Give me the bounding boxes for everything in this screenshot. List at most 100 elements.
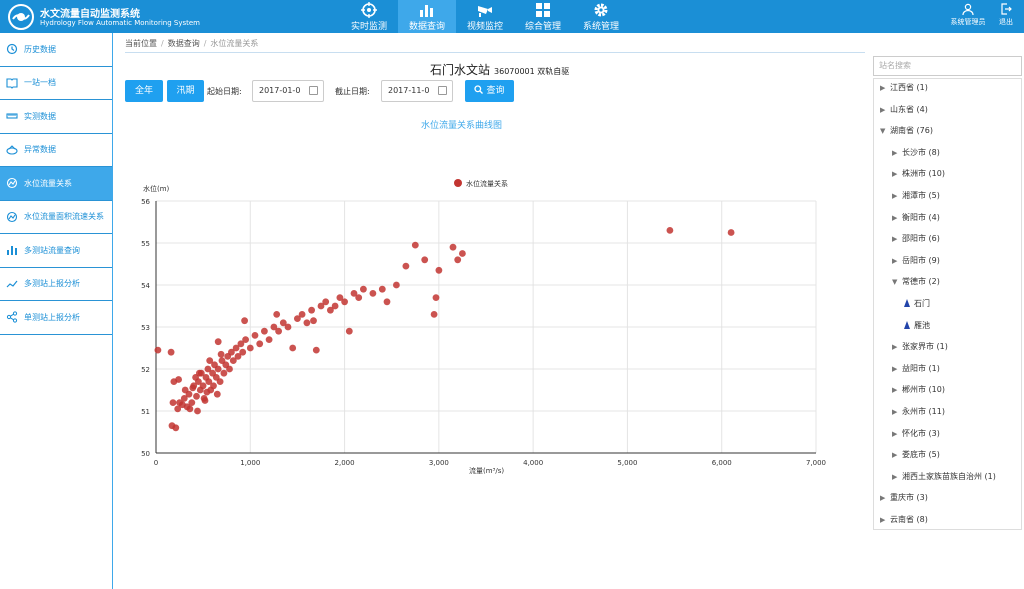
sidebar-item-label: 多测站流量查询 bbox=[24, 245, 80, 255]
data-point bbox=[421, 256, 429, 264]
logout-button[interactable]: 退出 bbox=[994, 0, 1018, 33]
sidebar-item-single-report[interactable]: 单测站上报分析 bbox=[0, 301, 112, 335]
tree-node[interactable]: ▶ 岳阳市 (9) bbox=[892, 255, 940, 266]
camera-icon bbox=[478, 6, 492, 17]
tree-node[interactable]: ▶ 张家界市 (1) bbox=[892, 341, 948, 352]
data-point bbox=[210, 382, 217, 390]
data-point bbox=[402, 262, 410, 270]
caret-right-icon[interactable]: ▶ bbox=[892, 257, 902, 265]
tree-node[interactable]: ▶ 云南省 (8) bbox=[880, 514, 928, 525]
caret-right-icon[interactable]: ▶ bbox=[892, 386, 902, 394]
tree-node[interactable]: ▶ 邵阳市 (6) bbox=[892, 233, 940, 244]
tree-node[interactable]: ▶ 株洲市 (10) bbox=[892, 168, 945, 179]
end-date-value: 2017-11-0 bbox=[388, 86, 430, 95]
tree-node[interactable]: ▶ 永州市 (11) bbox=[892, 406, 945, 417]
sidebar-item-level-flow[interactable]: 水位流量关系 bbox=[0, 167, 112, 201]
sidebar-item-multi-flow[interactable]: 多测站流量查询 bbox=[0, 234, 112, 268]
gear-icon bbox=[594, 3, 608, 17]
caret-right-icon[interactable]: ▶ bbox=[892, 235, 902, 243]
tree-node[interactable]: ▶ 湘西土家族苗族自治州 (1) bbox=[892, 471, 996, 482]
tree-station-item[interactable]: 石门 bbox=[904, 298, 930, 309]
tree-node-label: 张家界市 (1) bbox=[902, 342, 948, 352]
data-point bbox=[378, 285, 386, 293]
query-button[interactable]: 查询 bbox=[465, 80, 514, 102]
breadcrumb-parent[interactable]: 数据查询 bbox=[168, 39, 200, 48]
tree-node[interactable]: ▶ 郴州市 (10) bbox=[892, 384, 945, 395]
grid-icon bbox=[536, 3, 550, 17]
flood-season-button[interactable]: 汛期 bbox=[167, 80, 204, 102]
caret-right-icon[interactable]: ▶ bbox=[892, 149, 902, 157]
user-menu[interactable]: 系统管理员 bbox=[945, 0, 991, 33]
caret-right-icon[interactable]: ▶ bbox=[892, 170, 902, 178]
caret-right-icon[interactable]: ▶ bbox=[892, 192, 902, 200]
tree-node-label: 雁池 bbox=[914, 320, 930, 330]
tree-node[interactable]: ▶ 衡阳市 (4) bbox=[892, 212, 940, 223]
data-point bbox=[174, 405, 182, 413]
data-point bbox=[172, 424, 180, 432]
tree-station-item[interactable]: 雁池 bbox=[904, 320, 930, 331]
main-nav: 实时监测 数据查询 视频监控 综合管理 系统管理 bbox=[340, 0, 630, 33]
tree-node[interactable]: ▶ 江西省 (1) bbox=[880, 82, 928, 93]
nav-label: 系统管理 bbox=[582, 22, 619, 32]
y-tick-label: 51 bbox=[141, 408, 150, 416]
sidebar: 历史数据 一站一档 实测数据 异常数据 水位流量关系 水位流量面积流速关系 多测… bbox=[0, 33, 113, 589]
tree-node[interactable]: ▶ 重庆市 (3) bbox=[880, 492, 928, 503]
x-tick-label: 3,000 bbox=[429, 459, 449, 467]
tree-node-label: 邵阳市 (6) bbox=[902, 234, 940, 244]
tree-node-label: 岳阳市 (9) bbox=[902, 255, 940, 265]
tree-node[interactable]: ▶ 娄底市 (5) bbox=[892, 449, 940, 460]
caret-right-icon[interactable]: ▶ bbox=[892, 365, 902, 373]
sidebar-item-level-flow-area[interactable]: 水位流量面积流速关系 bbox=[0, 201, 112, 234]
sidebar-item-history[interactable]: 历史数据 bbox=[0, 33, 112, 67]
caret-right-icon[interactable]: ▶ bbox=[892, 343, 902, 351]
tree-node[interactable]: ▶ 湘潭市 (5) bbox=[892, 190, 940, 201]
end-date-input[interactable]: 2017-11-0 bbox=[381, 80, 453, 102]
station-title: 石门水文站 36070001 双轨自驱 bbox=[430, 61, 569, 78]
data-point bbox=[186, 405, 194, 413]
sidebar-item-multi-report[interactable]: 多测站上报分析 bbox=[0, 268, 112, 301]
data-point bbox=[275, 327, 282, 335]
search-icon bbox=[474, 85, 484, 94]
tree-node[interactable]: ▼ 常德市 (2) bbox=[892, 276, 940, 287]
tree-node[interactable]: ▼ 湖南省 (76) bbox=[880, 125, 933, 136]
x-tick-label: 7,000 bbox=[806, 459, 826, 467]
caret-right-icon[interactable]: ▶ bbox=[880, 516, 890, 524]
caret-right-icon[interactable]: ▶ bbox=[880, 106, 890, 114]
nav-label: 数据查询 bbox=[408, 22, 445, 32]
start-date-input[interactable]: 2017-01-0 bbox=[252, 80, 324, 102]
x-tick-label: 5,000 bbox=[617, 459, 637, 467]
nav-management[interactable]: 综合管理 bbox=[514, 0, 572, 33]
nav-video[interactable]: 视频监控 bbox=[456, 0, 514, 33]
caret-right-icon[interactable]: ▶ bbox=[892, 430, 902, 438]
caret-right-icon[interactable]: ▶ bbox=[880, 494, 890, 502]
target-icon bbox=[361, 2, 377, 18]
tree-node[interactable]: ▶ 怀化市 (3) bbox=[892, 428, 940, 439]
caret-right-icon[interactable]: ▶ bbox=[892, 451, 902, 459]
tree-node[interactable]: ▶ 长沙市 (8) bbox=[892, 147, 940, 158]
nav-system[interactable]: 系统管理 bbox=[572, 0, 630, 33]
tree-node[interactable]: ▶ 山东省 (4) bbox=[880, 104, 928, 115]
nav-realtime[interactable]: 实时监测 bbox=[340, 0, 398, 33]
caret-down-icon[interactable]: ▼ bbox=[880, 127, 890, 135]
y-axis-label: 水位(m) bbox=[143, 184, 170, 193]
y-tick-label: 56 bbox=[141, 198, 150, 206]
station-name: 石门水文站 bbox=[430, 63, 491, 77]
caret-right-icon[interactable]: ▶ bbox=[892, 473, 902, 481]
data-point bbox=[289, 344, 297, 352]
sidebar-item-measured[interactable]: 实测数据 bbox=[0, 100, 112, 134]
data-point bbox=[308, 306, 315, 314]
station-search-input[interactable]: 站名搜索 bbox=[873, 56, 1022, 76]
nav-data-query[interactable]: 数据查询 bbox=[398, 0, 456, 33]
caret-right-icon[interactable]: ▶ bbox=[880, 84, 890, 92]
caret-right-icon[interactable]: ▶ bbox=[892, 408, 902, 416]
tree-node[interactable]: ▶ 益阳市 (1) bbox=[892, 363, 940, 374]
data-point bbox=[169, 399, 177, 406]
data-point bbox=[217, 350, 225, 358]
sidebar-item-label: 水位流量关系 bbox=[24, 178, 72, 188]
sidebar-item-station-file[interactable]: 一站一档 bbox=[0, 67, 112, 100]
all-year-button[interactable]: 全年 bbox=[125, 80, 163, 102]
caret-right-icon[interactable]: ▶ bbox=[892, 214, 902, 222]
caret-down-icon[interactable]: ▼ bbox=[892, 278, 902, 286]
query-label: 查询 bbox=[486, 86, 505, 96]
sidebar-item-abnormal[interactable]: 异常数据 bbox=[0, 134, 112, 167]
